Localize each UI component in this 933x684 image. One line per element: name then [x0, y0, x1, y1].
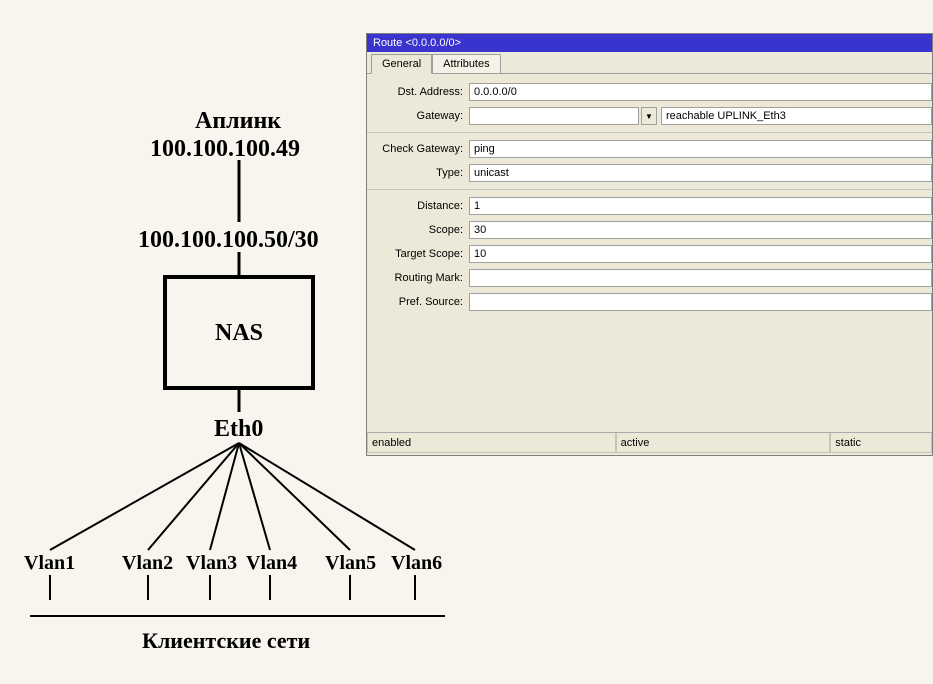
routing-mark-input[interactable]	[469, 269, 932, 287]
routing-mark-label: Routing Mark:	[367, 272, 469, 284]
clients-label: Клиентские сети	[142, 628, 310, 654]
chevron-down-icon: ▼	[645, 112, 653, 121]
tab-bar: General Attributes	[367, 52, 932, 73]
scope-input[interactable]: 30	[469, 221, 932, 239]
status-bar: enabled active static	[367, 432, 932, 455]
target-scope-label: Target Scope:	[367, 248, 469, 260]
target-scope-input[interactable]: 10	[469, 245, 932, 263]
check-gateway-input[interactable]: ping	[469, 140, 932, 158]
distance-input[interactable]: 1	[469, 197, 932, 215]
vlan-label: Vlan3	[186, 552, 237, 575]
vlan-label: Vlan1	[24, 552, 75, 575]
uplink-label: Аплинк	[195, 108, 281, 135]
status-active: active	[616, 433, 831, 453]
check-gateway-label: Check Gateway:	[367, 143, 469, 155]
pref-source-input[interactable]	[469, 293, 932, 311]
status-static: static	[830, 433, 932, 453]
gateway-input[interactable]	[469, 107, 639, 125]
status-enabled: enabled	[367, 433, 616, 453]
route-dialog: Route <0.0.0.0/0> General Attributes Dst…	[366, 33, 933, 456]
gateway-label: Gateway:	[367, 110, 469, 122]
gateway-status: reachable UPLINK_Eth3	[661, 107, 932, 125]
vlan-label: Vlan4	[246, 552, 297, 575]
type-input[interactable]: unicast	[469, 164, 932, 182]
dialog-title: Route <0.0.0.0/0>	[367, 34, 932, 52]
vlan-label: Vlan2	[122, 552, 173, 575]
vlan-label: Vlan6	[391, 552, 442, 575]
dst-address-input[interactable]: 0.0.0.0/0	[469, 83, 932, 101]
nas-label: NAS	[215, 320, 263, 347]
uplink-ip: 100.100.100.49	[150, 136, 300, 163]
tab-general[interactable]: General	[371, 54, 432, 74]
distance-label: Distance:	[367, 200, 469, 212]
pref-source-label: Pref. Source:	[367, 296, 469, 308]
nas-ip: 100.100.100.50/30	[138, 227, 319, 254]
nas-interface: Eth0	[214, 416, 263, 443]
tab-attributes[interactable]: Attributes	[432, 54, 500, 73]
gateway-dropdown-button[interactable]: ▼	[641, 107, 657, 125]
dst-address-label: Dst. Address:	[367, 86, 469, 98]
vlan-label: Vlan5	[325, 552, 376, 575]
scope-label: Scope:	[367, 224, 469, 236]
type-label: Type:	[367, 167, 469, 179]
